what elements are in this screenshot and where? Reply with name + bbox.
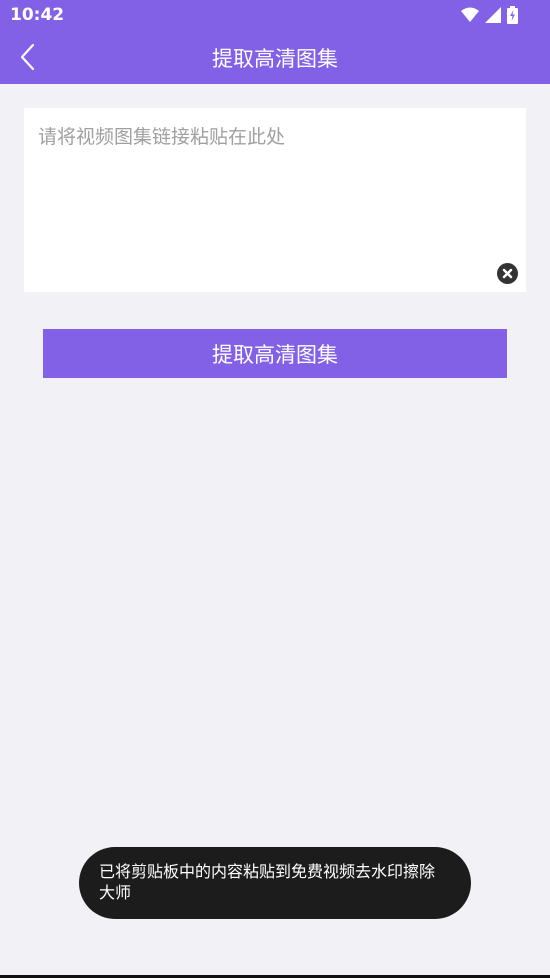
status-time: 10:42 — [10, 5, 65, 25]
cellular-signal-icon — [485, 7, 501, 23]
extract-button[interactable]: 提取高清图集 — [43, 329, 507, 378]
toast-message: 已将剪贴板中的内容粘贴到免费视频去水印擦除大师 — [79, 847, 471, 919]
status-bar: 10:42 — [0, 0, 550, 30]
app-bar: 提取高清图集 — [0, 30, 550, 84]
battery-charging-icon — [507, 6, 518, 24]
status-icons — [461, 6, 518, 24]
page-title: 提取高清图集 — [212, 47, 338, 71]
link-input-card — [24, 108, 526, 292]
wifi-icon — [461, 7, 479, 23]
link-input[interactable] — [24, 108, 526, 292]
clear-input-button[interactable] — [497, 263, 518, 284]
close-circle-icon — [502, 268, 513, 279]
